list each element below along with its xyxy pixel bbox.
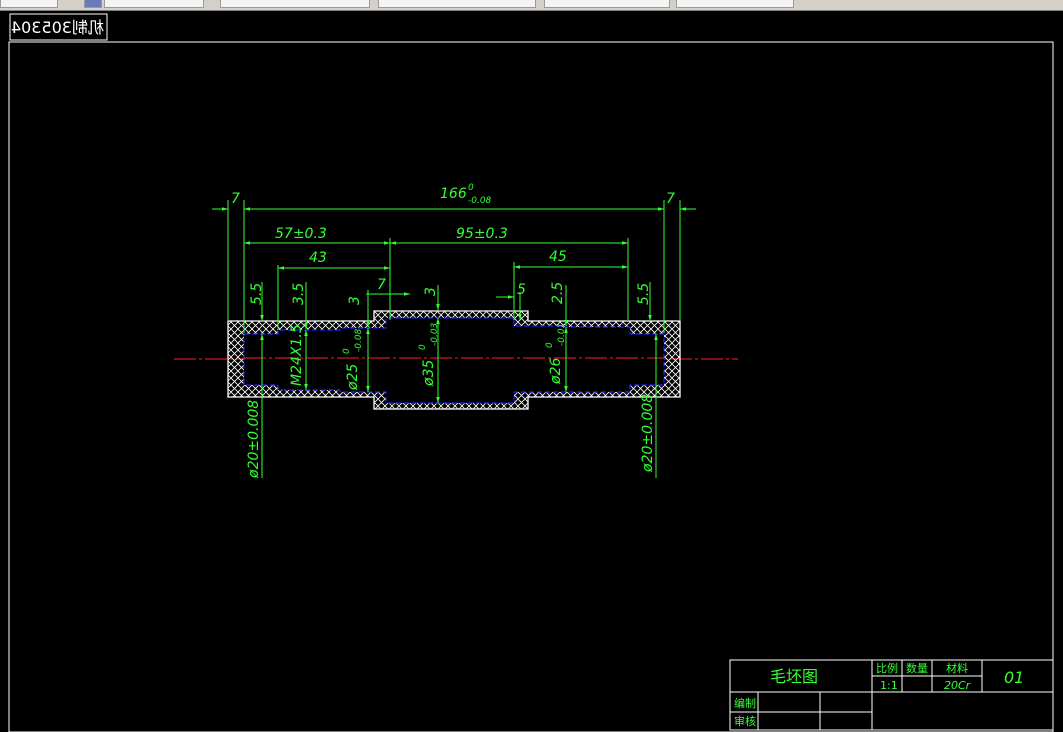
dim-phi26-sub: -0.01 xyxy=(557,323,567,346)
dim-right-end: 7 xyxy=(666,191,675,207)
dim-left-end: 7 xyxy=(231,191,240,207)
toolbar-linetype-dropdown[interactable] xyxy=(378,0,536,8)
toolbar-plotstyle-dropdown[interactable] xyxy=(676,0,794,8)
material-value: 20Cr xyxy=(944,679,972,692)
dim-3-5: 3.5 xyxy=(291,283,307,305)
dim-3b: 3 xyxy=(423,287,439,296)
dim-overall-sup: 0 xyxy=(468,183,474,193)
drawing-name: 毛坯图 xyxy=(770,667,818,686)
dim-7b: 7 xyxy=(377,277,386,293)
toolbar-layer-icon[interactable] xyxy=(84,0,102,8)
checker-label: 审核 xyxy=(734,714,756,728)
qty-label: 数量 xyxy=(906,662,928,675)
drafter-label: 编制 xyxy=(734,696,756,710)
dim-2-5: 2.5 xyxy=(550,282,566,304)
cad-drawing-canvas[interactable]: 机制305304 166 0 -0.08 7 7 57±0.3 95±0.3 4… xyxy=(0,10,1063,732)
dim-43: 43 xyxy=(309,250,327,266)
dim-phi35: ø35 xyxy=(421,360,437,387)
title-block-text: 毛坯图 比例 数量 材料 1:1 20Cr 01 编制 审核 xyxy=(734,661,1024,728)
dim-57: 57±0.3 xyxy=(275,226,327,242)
stamp-mirrored: 机制305304 xyxy=(11,18,104,37)
dim-3a: 3 xyxy=(347,296,363,305)
dim-phi20-right: ø20±0.008 xyxy=(640,394,656,473)
dim-phi25-sup: 0 xyxy=(342,348,352,354)
dim-phi25: ø25 xyxy=(345,364,361,391)
dim-phi25-sub: -0.08 xyxy=(354,328,364,352)
finished-shaft-outline xyxy=(243,317,665,404)
dim-phi35-sup: 0 xyxy=(418,344,428,350)
dim-5-5-left: 5.5 xyxy=(249,283,265,305)
toolbar-lineweight-dropdown[interactable] xyxy=(544,0,670,8)
scale-label: 比例 xyxy=(876,661,898,675)
dim-phi26-sup: 0 xyxy=(545,342,555,348)
dim-phi35-sub: -0.03 xyxy=(430,322,440,346)
toolbar-layer-dropdown[interactable] xyxy=(104,0,204,8)
dim-thread: M24X1.5 xyxy=(289,324,305,386)
stamp-text: 机制305304 xyxy=(11,18,104,37)
material-label: 材料 xyxy=(946,661,968,675)
dim-overall: 166 xyxy=(440,186,467,202)
dim-45: 45 xyxy=(549,249,567,265)
dim-phi20-left: ø20±0.008 xyxy=(246,400,262,479)
scale-value: 1:1 xyxy=(880,679,898,692)
dim-95: 95±0.3 xyxy=(456,226,508,242)
dim-5-5-right: 5.5 xyxy=(636,283,652,305)
dim-5: 5 xyxy=(517,282,526,298)
toolbar-color-dropdown[interactable] xyxy=(220,0,370,8)
toolbar-layer-control[interactable] xyxy=(0,0,58,8)
drawing-number: 01 xyxy=(1004,668,1024,687)
dim-overall-sub: -0.08 xyxy=(468,196,492,206)
dim-phi26: ø26 xyxy=(548,358,564,385)
